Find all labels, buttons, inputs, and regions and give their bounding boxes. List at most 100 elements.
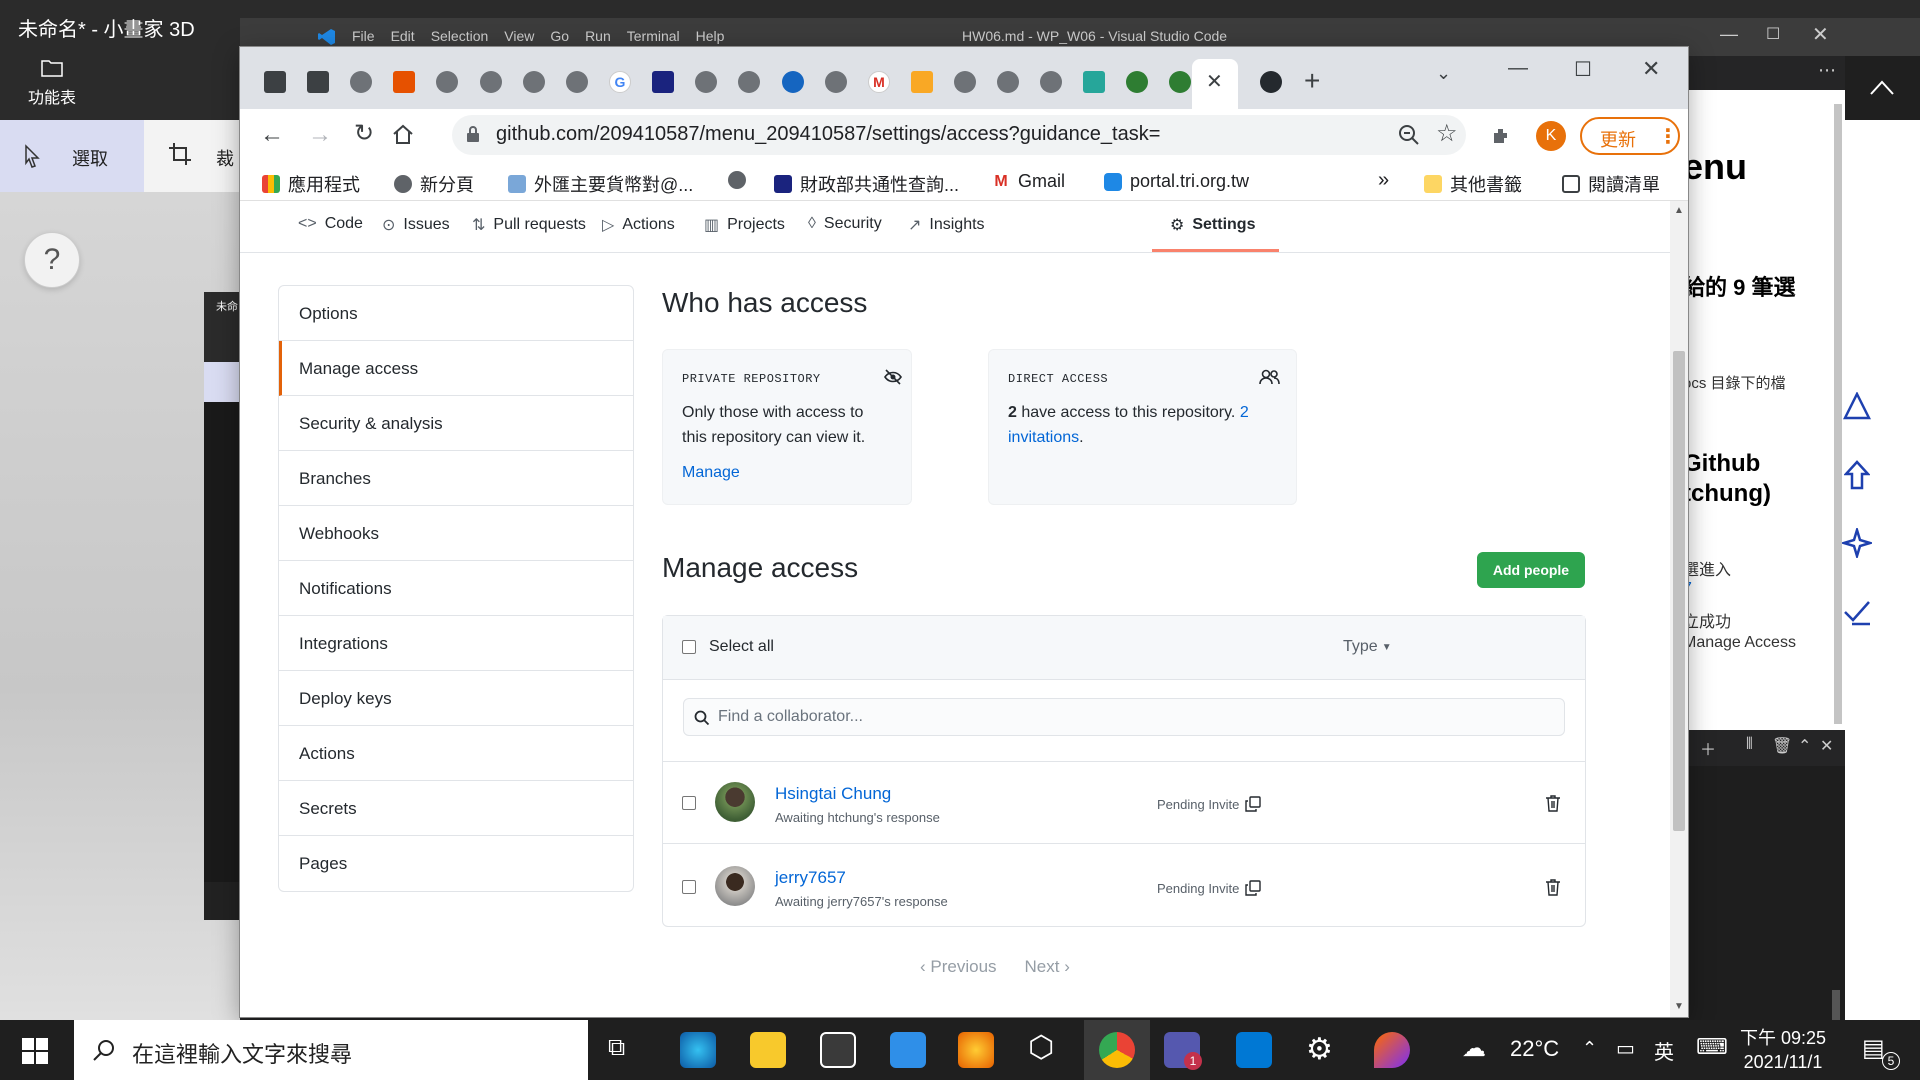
file-explorer-icon[interactable] bbox=[750, 1032, 786, 1068]
chevron-up-icon[interactable] bbox=[1869, 78, 1895, 96]
page-scrollbar[interactable]: ▲ ▼ bbox=[1670, 201, 1688, 1017]
previous-button[interactable]: ‹ Previous bbox=[920, 957, 997, 977]
mail-icon[interactable] bbox=[890, 1032, 926, 1068]
scroll-down-icon[interactable]: ▼ bbox=[1674, 1001, 1684, 1012]
scroll-thumb[interactable] bbox=[1673, 351, 1685, 831]
profile-avatar[interactable]: K bbox=[1536, 121, 1566, 151]
tab-search-icon[interactable]: ⌄ bbox=[1436, 63, 1451, 84]
triangle-icon[interactable] bbox=[1843, 392, 1871, 420]
menu-item-webhooks[interactable]: Webhooks bbox=[279, 506, 633, 561]
globe-icon[interactable] bbox=[566, 71, 588, 93]
type-filter[interactable]: Type ▼ bbox=[1343, 638, 1392, 656]
avatar[interactable] bbox=[715, 782, 755, 822]
gmail-icon[interactable]: M bbox=[868, 71, 890, 93]
new-terminal-icon[interactable]: ＋ bbox=[1700, 736, 1716, 760]
input-panel-icon[interactable]: ⌨ bbox=[1696, 1034, 1728, 1060]
chevron-up-icon[interactable]: ⌃ bbox=[1798, 736, 1811, 756]
next-button[interactable]: Next › bbox=[1025, 957, 1070, 977]
bookmark-forex[interactable]: 外匯主要貨幣對@... bbox=[508, 171, 693, 197]
ime-indicator[interactable]: 英 bbox=[1654, 1036, 1674, 1065]
collaborator-name[interactable]: Hsingtai Chung bbox=[775, 784, 891, 804]
avatar[interactable] bbox=[715, 866, 755, 906]
menu-item-manage-access[interactable]: Manage access bbox=[279, 341, 633, 396]
windows-start-icon[interactable] bbox=[22, 1038, 48, 1064]
scroll-up-icon[interactable]: ▲ bbox=[1674, 205, 1684, 216]
crop-tool[interactable]: 裁 bbox=[168, 120, 240, 192]
tab-favicon-dark[interactable] bbox=[307, 71, 329, 93]
tab-favicon-eye[interactable] bbox=[782, 71, 804, 93]
vscode-menu-help[interactable]: Help bbox=[696, 28, 725, 44]
check-icon[interactable] bbox=[1842, 596, 1872, 626]
chrome-taskbar-active[interactable] bbox=[1084, 1020, 1150, 1080]
update-button[interactable]: 更新 ⋮ bbox=[1580, 117, 1680, 155]
select-tool[interactable]: 選取 bbox=[0, 120, 144, 192]
paint3d-icon[interactable] bbox=[1374, 1032, 1410, 1068]
row-checkbox[interactable] bbox=[682, 880, 696, 894]
bookmark-mof[interactable]: 財政部共通性查詢... bbox=[774, 171, 959, 197]
store-icon[interactable] bbox=[820, 1032, 856, 1068]
bookmark-new-tab[interactable]: 新分頁 bbox=[394, 171, 474, 197]
address-bar[interactable]: github.com/209410587/menu_209410587/sett… bbox=[452, 115, 1466, 155]
maximize-icon[interactable]: ☐ bbox=[1574, 57, 1592, 82]
vscode-menu-view[interactable]: View bbox=[504, 28, 534, 44]
home-icon[interactable] bbox=[392, 123, 414, 145]
globe-icon[interactable] bbox=[738, 71, 760, 93]
github-icon[interactable] bbox=[1260, 71, 1282, 93]
menu-button[interactable]: 功能表 bbox=[24, 58, 80, 108]
trash-icon[interactable] bbox=[1545, 878, 1561, 896]
evernote-icon[interactable] bbox=[1126, 71, 1148, 93]
menu-item-pages[interactable]: Pages bbox=[279, 836, 633, 891]
zoom-icon[interactable] bbox=[1398, 124, 1420, 146]
globe-icon[interactable] bbox=[1040, 71, 1062, 93]
tab-projects[interactable]: ▥ Projects bbox=[704, 215, 785, 235]
globe-icon[interactable] bbox=[350, 71, 372, 93]
tab-favicon-yellow[interactable] bbox=[911, 71, 933, 93]
vscode-menu-edit[interactable]: Edit bbox=[391, 28, 415, 44]
trash-icon[interactable] bbox=[1545, 794, 1561, 812]
split-terminal-icon[interactable]: ⫴ bbox=[1746, 736, 1753, 754]
vscode-menu-file[interactable]: File bbox=[352, 28, 375, 44]
evernote-icon[interactable] bbox=[1169, 71, 1191, 93]
menu-item-integrations[interactable]: Integrations bbox=[279, 616, 633, 671]
tab-code[interactable]: <> Code bbox=[298, 215, 363, 233]
menu-item-branches[interactable]: Branches bbox=[279, 451, 633, 506]
firefox-icon[interactable] bbox=[958, 1032, 994, 1068]
tab-insights[interactable]: ↗ Insights bbox=[908, 215, 985, 235]
tray-chevron-up-icon[interactable]: ⌃ bbox=[1582, 1038, 1597, 1059]
google-icon[interactable]: G bbox=[609, 71, 631, 93]
copy-icon[interactable] bbox=[1245, 880, 1262, 896]
help-button[interactable]: ? bbox=[24, 232, 80, 288]
weather-cloud-icon[interactable]: ☁ bbox=[1462, 1034, 1486, 1063]
new-tab-icon[interactable]: + bbox=[1304, 65, 1320, 97]
forward-icon[interactable]: → bbox=[308, 121, 332, 149]
menu-item-options[interactable]: Options bbox=[279, 286, 633, 341]
tab-favicon-dark[interactable] bbox=[264, 71, 286, 93]
menu-item-deploy-keys[interactable]: Deploy keys bbox=[279, 671, 633, 726]
bookmark-star-icon[interactable]: ☆ bbox=[1436, 119, 1458, 148]
globe-icon[interactable] bbox=[436, 71, 458, 93]
weather-temp[interactable]: 22°C bbox=[1510, 1036, 1559, 1062]
tab-settings[interactable]: ⚙ Settings bbox=[1170, 215, 1255, 235]
trash-icon[interactable]: 🗑 bbox=[1772, 736, 1792, 756]
lock-icon[interactable] bbox=[466, 126, 480, 143]
bookmark-portal[interactable]: portal.tri.org.tw bbox=[1104, 171, 1249, 192]
globe-icon[interactable] bbox=[997, 71, 1019, 93]
vscode-icon[interactable] bbox=[1236, 1032, 1272, 1068]
tab-actions[interactable]: ▷ Actions bbox=[602, 215, 675, 235]
tab-pull-requests[interactable]: ⇅ Pull requests bbox=[472, 215, 586, 235]
bookmarks-more[interactable]: » bbox=[1378, 169, 1389, 192]
close-tab-icon[interactable]: ✕ bbox=[1206, 69, 1223, 94]
battery-icon[interactable]: ▭ bbox=[1616, 1036, 1635, 1061]
arrow-up-icon[interactable] bbox=[1844, 460, 1870, 490]
star-icon[interactable] bbox=[1842, 528, 1872, 558]
back-icon[interactable]: ← bbox=[260, 121, 284, 149]
close-window-icon[interactable]: ✕ bbox=[1642, 56, 1660, 82]
globe-icon[interactable] bbox=[825, 71, 847, 93]
bookmark-apps[interactable]: 應用程式 bbox=[262, 171, 360, 197]
tab-favicon-orange[interactable] bbox=[393, 71, 415, 93]
dropbox-icon[interactable]: ⬡ bbox=[1028, 1030, 1054, 1065]
tab-favicon-blue[interactable] bbox=[652, 71, 674, 93]
vscode-close-icon[interactable]: ✕ bbox=[1812, 22, 1829, 47]
extensions-icon[interactable] bbox=[1490, 125, 1512, 147]
reading-list[interactable]: 閱讀清單 bbox=[1562, 171, 1660, 197]
